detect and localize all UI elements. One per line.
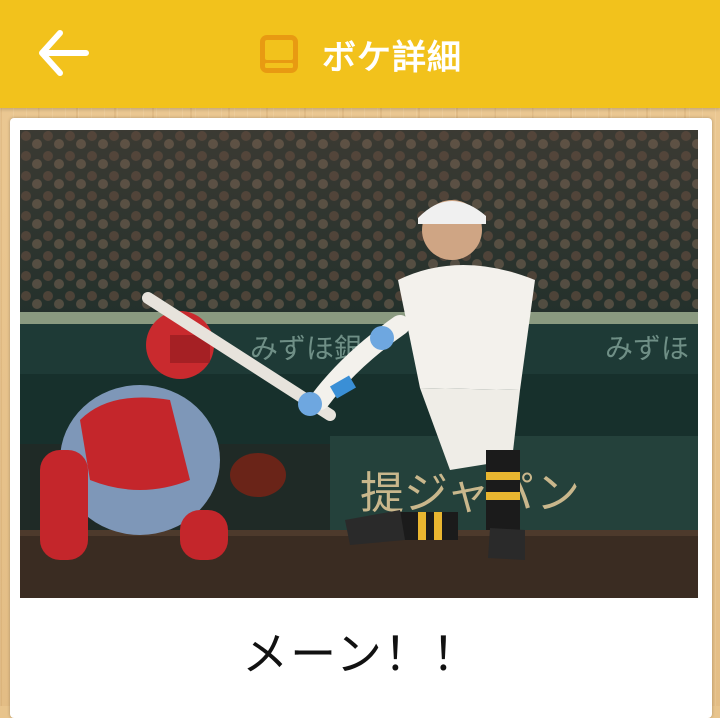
post-image[interactable]: みずほ銀 みずほ 提ジャパン [20, 130, 698, 598]
tablet-icon [260, 35, 298, 73]
svg-text:みずほ: みずほ [605, 332, 689, 365]
header-title-group: ボケ詳細 [0, 30, 720, 78]
page-title: ボケ詳細 [322, 37, 462, 78]
post-caption: メーン！！ [242, 627, 480, 681]
app-header: ボケ詳細 [0, 0, 720, 108]
baseball-photo-illustration: みずほ銀 みずほ 提ジャパン [20, 130, 698, 598]
post-card: みずほ銀 みずほ 提ジャパン メーン！！ [10, 118, 712, 718]
